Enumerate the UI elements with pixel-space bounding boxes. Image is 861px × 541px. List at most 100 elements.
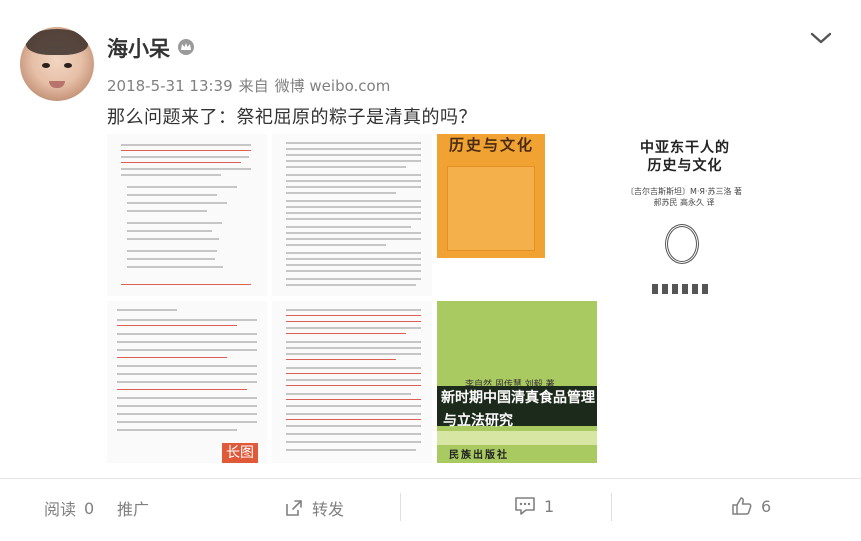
decorative-bars bbox=[652, 284, 708, 294]
post-text: 那么问题来了：祭祀屈原的粽子是清真的吗？ bbox=[107, 107, 477, 128]
text-line bbox=[286, 212, 421, 214]
text-line bbox=[127, 266, 223, 268]
book-orange-title: 历史与文化 bbox=[449, 136, 535, 154]
text-line bbox=[286, 353, 421, 355]
comment-button[interactable]: 1 bbox=[514, 496, 554, 516]
text-line bbox=[117, 413, 257, 415]
text-line bbox=[127, 194, 217, 196]
text-line bbox=[286, 142, 421, 144]
text-line bbox=[286, 373, 421, 374]
text-line bbox=[127, 210, 207, 212]
text-line bbox=[286, 425, 421, 427]
text-line bbox=[286, 192, 396, 194]
text-line bbox=[286, 441, 421, 443]
like-button[interactable]: 6 bbox=[731, 496, 771, 516]
text-line bbox=[286, 238, 421, 240]
text-line bbox=[286, 321, 421, 322]
image-thumbnail-4[interactable]: 中亚东干人的 历史与文化 〔吉尔吉斯斯坦〕M·Я·苏三洛 著 郝苏民 高永久 译 bbox=[602, 134, 762, 296]
text-line bbox=[117, 381, 257, 383]
text-line bbox=[286, 226, 411, 228]
text-line bbox=[127, 258, 215, 260]
text-line bbox=[286, 367, 421, 369]
book-white-title-line2: 历史与文化 bbox=[647, 158, 723, 174]
text-line bbox=[127, 186, 237, 188]
text-line bbox=[117, 325, 237, 326]
text-line bbox=[117, 349, 257, 351]
avatar-eye-right bbox=[64, 63, 72, 68]
text-line bbox=[121, 168, 251, 170]
promote-button[interactable]: 推广 bbox=[117, 496, 149, 520]
post-source[interactable]: 微博 weibo.com bbox=[275, 77, 391, 95]
text-line bbox=[286, 218, 421, 220]
text-line bbox=[286, 433, 421, 435]
text-line bbox=[127, 250, 217, 252]
text-line bbox=[117, 357, 227, 358]
image-thumbnail-1[interactable] bbox=[107, 134, 267, 296]
text-line bbox=[286, 419, 421, 420]
text-line bbox=[286, 174, 421, 176]
share-icon bbox=[286, 500, 302, 516]
text-line bbox=[286, 413, 421, 415]
book-green-stripe bbox=[437, 431, 597, 445]
text-line bbox=[117, 421, 257, 423]
text-line bbox=[286, 252, 421, 254]
share-label: 转发 bbox=[312, 500, 345, 519]
post-footer: 阅读 0 推广 转发 1 6 bbox=[0, 479, 861, 541]
weibo-post-card: 海小呆 2018-5-31 13:39 来自 微博 weibo.com 那么问题来了… bbox=[0, 0, 861, 541]
book-white-subtitle: 〔吉尔吉斯斯坦〕M·Я·苏三洛 著 郝苏民 高永久 译 bbox=[614, 186, 754, 208]
promote-label: 推广 bbox=[117, 500, 150, 519]
text-line bbox=[286, 244, 386, 246]
text-line bbox=[121, 162, 241, 163]
crown-badge-icon[interactable] bbox=[176, 38, 196, 56]
image-thumbnail-6[interactable] bbox=[272, 301, 432, 463]
text-line bbox=[286, 148, 421, 150]
text-line bbox=[121, 174, 221, 176]
text-line bbox=[286, 449, 416, 451]
text-line bbox=[286, 315, 421, 316]
like-count: 6 bbox=[761, 496, 772, 516]
text-line bbox=[286, 200, 421, 202]
read-count-value: 0 bbox=[84, 498, 95, 518]
read-count: 阅读 0 bbox=[44, 496, 94, 520]
text-line bbox=[286, 399, 421, 400]
text-line bbox=[117, 319, 257, 321]
comment-icon bbox=[515, 497, 535, 515]
text-line bbox=[286, 359, 396, 360]
text-line bbox=[286, 333, 406, 334]
share-button[interactable]: 转发 bbox=[284, 496, 344, 520]
image-thumbnail-5[interactable] bbox=[107, 301, 267, 463]
image-thumbnail-3[interactable]: 历史与文化 bbox=[437, 134, 597, 296]
text-line bbox=[286, 232, 421, 234]
text-line bbox=[117, 373, 257, 375]
text-line bbox=[286, 186, 421, 188]
text-line bbox=[127, 238, 219, 240]
text-line bbox=[117, 405, 257, 407]
username[interactable]: 海小呆 bbox=[107, 33, 170, 63]
post-meta: 2018-5-31 13:39 来自 微博 weibo.com bbox=[107, 75, 396, 96]
text-line bbox=[286, 166, 406, 168]
text-line bbox=[286, 160, 421, 162]
text-line bbox=[117, 309, 177, 311]
text-line bbox=[117, 333, 257, 335]
text-line bbox=[286, 379, 421, 381]
avatar[interactable] bbox=[20, 27, 94, 101]
thumbs-up-icon bbox=[732, 497, 752, 515]
text-line bbox=[117, 429, 237, 431]
text-line bbox=[121, 150, 251, 151]
book-white-title-line1: 中亚东干人的 bbox=[640, 140, 730, 156]
book-cover-inner-panel bbox=[447, 166, 535, 251]
chevron-down-icon[interactable] bbox=[808, 28, 834, 48]
text-line bbox=[286, 180, 421, 182]
image-thumbnail-2[interactable] bbox=[272, 134, 432, 296]
text-line bbox=[286, 327, 421, 329]
footer-separator bbox=[400, 493, 401, 521]
text-line bbox=[286, 393, 411, 395]
text-line bbox=[286, 264, 421, 266]
book-white-title: 中亚东干人的 历史与文化 bbox=[630, 139, 740, 175]
image-thumbnail-7[interactable]: 李自然 周传慧 刘毅 著 新时期中国清真食品管理 与立法研究 民族出版社 bbox=[437, 301, 597, 463]
text-line bbox=[286, 206, 421, 208]
post-timestamp[interactable]: 2018-5-31 13:39 bbox=[107, 77, 233, 95]
book-green-title-line1: 新时期中国清真食品管理 bbox=[441, 390, 595, 406]
text-line bbox=[127, 202, 227, 204]
book-white-translators: 郝苏民 高永久 译 bbox=[653, 198, 715, 207]
